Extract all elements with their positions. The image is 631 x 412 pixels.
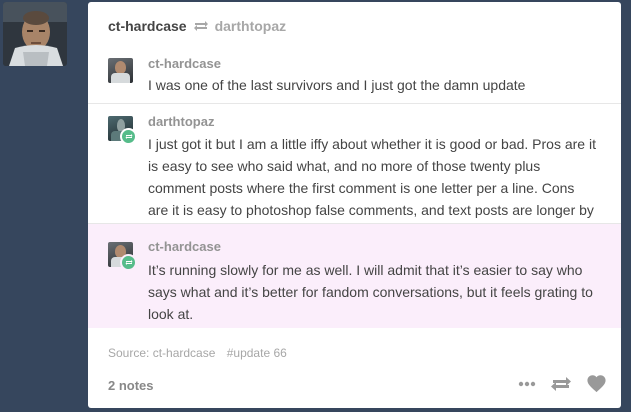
reply-avatar[interactable]: [108, 242, 137, 271]
reply-text: It’s running slowly for me as well. I wi…: [148, 262, 593, 322]
reply-item: darthtopaz I just got it but I am a litt…: [88, 103, 621, 240]
reply-username[interactable]: darthtopaz: [148, 114, 214, 129]
notes-count[interactable]: 2 notes: [108, 378, 154, 393]
reply-username[interactable]: ct-hardcase: [148, 56, 221, 71]
reply-text: I was one of the last survivors and I ju…: [148, 77, 526, 93]
reblog-badge-icon: [120, 128, 137, 145]
post-actions: [518, 374, 607, 393]
post-author[interactable]: ct-hardcase: [108, 18, 187, 34]
tag-link[interactable]: #update 66: [227, 346, 287, 360]
reblog-badge-icon: [120, 254, 137, 271]
reply-item: ct-hardcase I was one of the last surviv…: [88, 46, 621, 103]
reply-avatar[interactable]: [108, 58, 133, 83]
source-link[interactable]: Source: ct-hardcase: [108, 346, 215, 360]
avatar-image: [3, 2, 67, 66]
reply-item-highlighted: ct-hardcase It’s running slowly for me a…: [88, 223, 621, 328]
post-header: ct-hardcase darthtopaz: [108, 16, 286, 36]
reply-username[interactable]: ct-hardcase: [148, 239, 221, 254]
heart-icon[interactable]: [586, 374, 607, 393]
reblogged-from[interactable]: darthtopaz: [215, 18, 287, 34]
reblog-icon: [193, 20, 209, 32]
reply-avatar[interactable]: [108, 116, 137, 145]
post-footer-meta: Source: ct-hardcase #update 66: [108, 346, 287, 360]
reblog-icon[interactable]: [550, 375, 572, 393]
blog-avatar[interactable]: [3, 2, 67, 66]
post-card: ct-hardcase darthtopaz ct-hardcase I was…: [88, 2, 621, 408]
more-dots-icon[interactable]: [518, 381, 536, 387]
